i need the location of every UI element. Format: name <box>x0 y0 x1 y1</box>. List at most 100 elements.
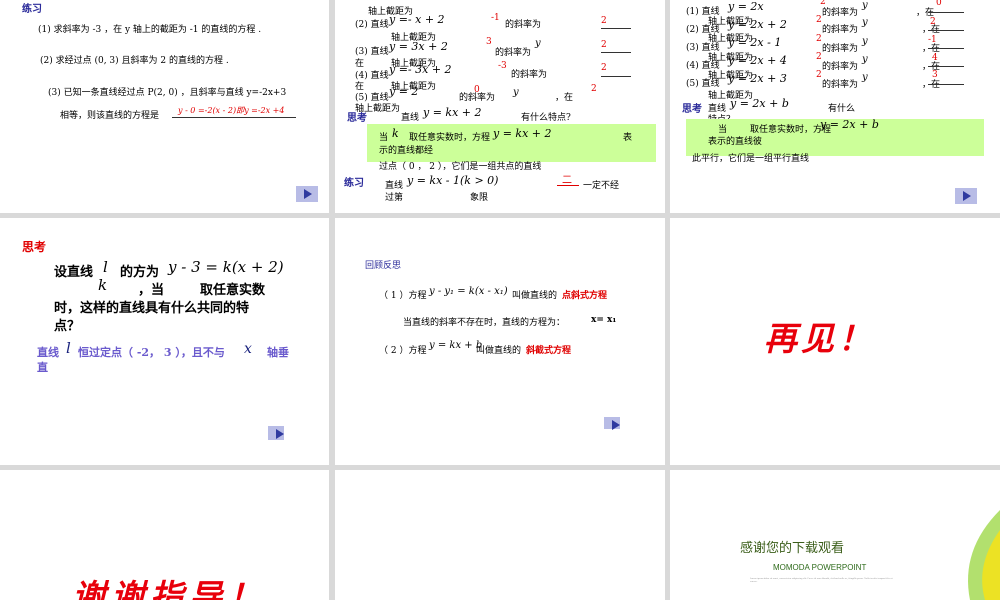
answer-l: l <box>66 339 71 357</box>
row4-slope: 2 <box>816 52 822 62</box>
question-line-2b: 取任意实数 <box>200 283 266 298</box>
answer-underline <box>928 84 964 85</box>
row2-intercept: 2 <box>930 17 936 27</box>
slope-k: k <box>98 276 108 294</box>
goodbye-text: 再见！ <box>764 319 875 358</box>
row5-intercept: 3 <box>932 70 938 80</box>
slide-8[interactable] <box>335 470 665 600</box>
exercise-c: 象限 <box>470 193 489 203</box>
point-1-label: （ 1 ）方程 <box>379 291 427 301</box>
slope-intercept-form: 斜截式方程 <box>526 346 572 356</box>
row5-slope: 2 <box>816 70 822 80</box>
next-slide-button[interactable] <box>955 188 977 204</box>
row1-y: y <box>862 0 868 11</box>
row5-intercept: 2 <box>591 84 597 94</box>
row2-intercept: 2 <box>601 16 607 26</box>
row2-label: (2) 直线 <box>355 20 389 30</box>
answer-underline <box>172 117 296 118</box>
slide-9[interactable]: 感谢您的下载观看 MOMODA POWERPOINT Lorem ipsum d… <box>670 470 1000 600</box>
row5-slope-label: 的斜率为 <box>822 80 859 90</box>
vertical-case: 当直线的斜率不存在时，直线的方程为： <box>403 318 566 328</box>
point-2-text: 叫做直线的 <box>476 346 522 356</box>
box-text: 取任意实数时，方程 <box>409 133 491 143</box>
slide-7[interactable]: 谢谢指导！ <box>0 470 329 600</box>
question-line-3: 时，这样的直线具有什么共同的特 <box>54 301 250 316</box>
slide-heading: 思考 <box>22 240 47 254</box>
slide-4[interactable]: 思考 设直线 l 的方为 y - 3 = k(x + 2) k ，当 取任意实数… <box>0 218 329 465</box>
question-3-cont: 相等，则该直线的方程是 <box>60 111 160 121</box>
answer-x: x <box>244 341 252 357</box>
box-k: k <box>392 127 399 140</box>
row1-intercept: 0 <box>936 0 942 8</box>
box-text-2: 表示的直线彼 <box>708 137 763 147</box>
point-slope-form: 点斜式方程 <box>562 291 608 301</box>
exercise-end: 一定不经 <box>583 181 620 191</box>
row2-slope: -1 <box>491 13 500 23</box>
row4-equation: y =- 3x + 2 <box>389 63 452 76</box>
thanks-text: 谢谢指导！ <box>72 577 267 600</box>
question-2: (2) 求经过点 (0, 3) 且斜率为 2 的直线的方程 . <box>40 56 229 66</box>
thanks-title: 感谢您的下载观看 <box>740 541 845 556</box>
row3-slope: 3 <box>486 37 492 47</box>
row5-equation: y = 2 <box>389 85 419 98</box>
exercise-b: 过第 <box>385 193 404 203</box>
row4-slope-label: 的斜率为 <box>511 70 548 80</box>
row3-equation: y = 2x - 1 <box>728 36 782 49</box>
slide-1[interactable]: 练习 (1) 求斜率为 -3 ，在 y 轴上的截距为 -1 的直线的方程 . (… <box>0 0 329 213</box>
answer-line-1b: 恒过定点（ -2， 3 ），且不与 <box>78 346 225 359</box>
fine-print: Lorem ipsum dolor sit amet, consectetur … <box>750 578 893 583</box>
row3-slope: 2 <box>816 34 822 44</box>
row4-equation: y = 2x + 4 <box>728 54 787 67</box>
row2-slope-label: 的斜率为 <box>505 20 542 30</box>
slide-5[interactable]: 回顾反思 （ 1 ）方程 y - y₁ = k(x - x₁) 叫做直线的 点斜… <box>335 218 665 465</box>
vertical-equation: x= x₁ <box>591 315 617 325</box>
answer-line-2: 直 <box>37 361 48 374</box>
box-text-end: 表 <box>623 133 633 143</box>
row5-equation: y = 2x + 3 <box>728 72 787 85</box>
slide-6[interactable]: 再见！ <box>670 218 1000 465</box>
row2-y: y <box>862 17 868 28</box>
answer-underline <box>601 28 631 29</box>
brand-name: MOMODA POWERPOINT <box>773 563 867 572</box>
row2-slope-label: 的斜率为 <box>822 25 859 35</box>
point-1-text: 叫做直线的 <box>512 291 558 301</box>
parallel-line: 此平行，它们是一组平行直线 <box>692 154 810 164</box>
row2-equation: y =- x + 2 <box>389 13 445 26</box>
answer-line-1c: 轴垂 <box>267 346 289 359</box>
row4-intercept: 2 <box>601 63 607 73</box>
box-text: 取任意实数时，方程 <box>750 125 832 135</box>
next-slide-button[interactable] <box>268 426 284 440</box>
next-slide-button[interactable] <box>604 417 620 430</box>
line-equation: y - 3 = k(x + 2) <box>168 258 284 276</box>
question-line-4: 点？ <box>54 319 81 334</box>
row3-slope-label: 的斜率为 <box>495 48 532 58</box>
think-line: 直线 <box>401 113 420 123</box>
row1-slope-label: 的斜率为 <box>822 8 859 18</box>
think-label: 思考 <box>347 113 367 124</box>
point-line: 过点（ 0 ， 2 ），它们是一组共点的直线 <box>379 162 542 172</box>
row3-y: y <box>535 38 541 49</box>
exercise-label: 练习 <box>344 178 364 189</box>
row5-y: y <box>862 72 868 83</box>
slide-3[interactable]: (1) 直线 y = 2x 2 的斜率为 y ，在 0 轴上截距为 (2) 直线… <box>670 0 1000 213</box>
row5-slope-label: 的斜率为 <box>459 93 496 103</box>
question-line-1b: 的方为 <box>120 265 160 280</box>
row3-intercept: -1 <box>928 35 937 45</box>
answer-underline <box>557 185 579 186</box>
row4-y: y <box>862 54 868 65</box>
box-text-2: 示的直线都经 <box>379 146 434 156</box>
answer-underline <box>928 48 964 49</box>
question-3: (3) 已知一条直线经过点 P(2, 0) ，且斜率与直线 y=-2x+3 <box>48 88 287 98</box>
question-1: (1) 求斜率为 -3 ，在 y 轴上的截距为 -1 的直线的方程 . <box>38 25 262 35</box>
next-slide-button[interactable] <box>296 186 318 202</box>
slide-2[interactable]: 轴上截距为 (2) 直线 y =- x + 2 -1 的斜率为 2 轴上截距为 … <box>335 0 665 213</box>
answer-underline <box>928 12 964 13</box>
point-2-label: （ 2 ）方程 <box>379 346 427 356</box>
answer-3: y - 0 =-2(x - 2)即y =-2x +4 <box>178 106 285 115</box>
exercise-equation: y = kx - 1(k > 0) <box>407 174 499 187</box>
answer-underline <box>601 76 631 77</box>
answer-line-1: 直线 <box>37 346 59 359</box>
answer-underline <box>928 30 964 31</box>
think-question: 有什么 <box>828 104 856 114</box>
box-equation: y = 2x + b <box>820 118 879 131</box>
